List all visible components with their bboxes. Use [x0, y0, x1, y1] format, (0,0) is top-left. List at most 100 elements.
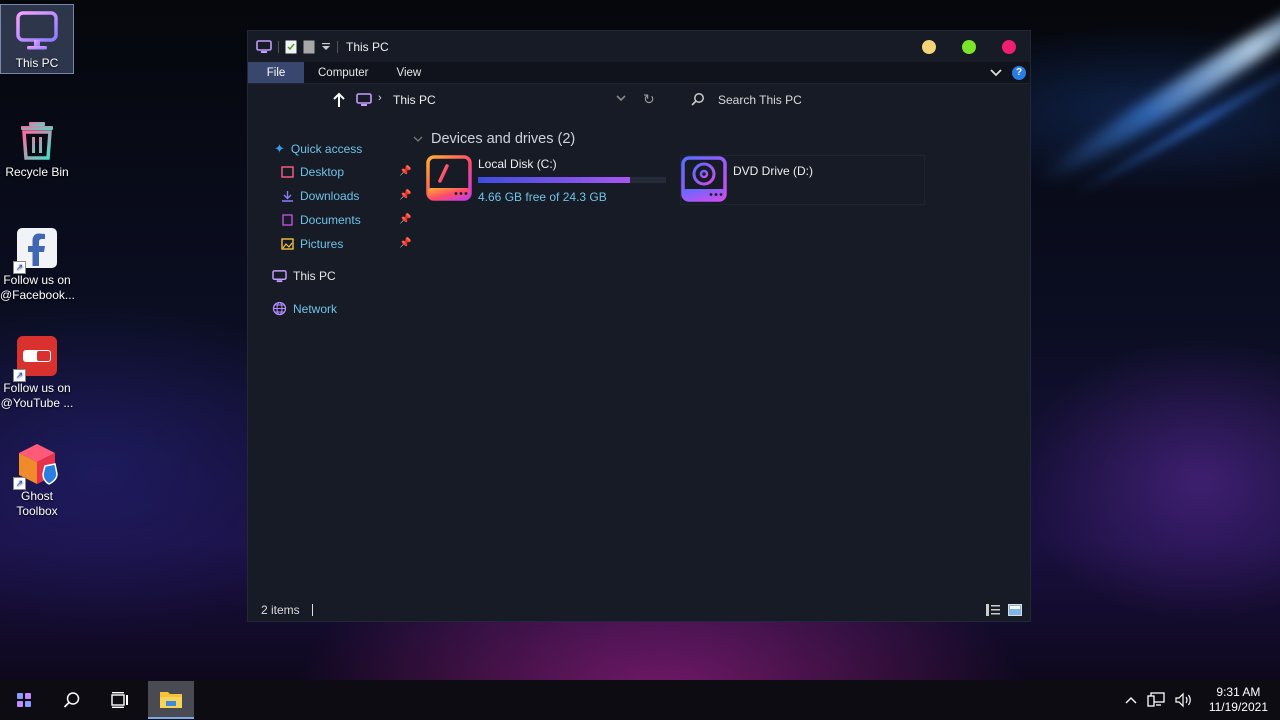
recycle-bin-icon [15, 118, 59, 162]
monitor-icon [272, 269, 287, 282]
item-count: 2 items [261, 603, 300, 617]
nav-label: Documents [300, 213, 361, 227]
task-view-icon [111, 692, 128, 708]
title-bar: This PC [248, 31, 1030, 62]
task-view-button[interactable] [96, 680, 144, 720]
large-icons-view-icon[interactable] [1008, 604, 1022, 616]
toolbar-separator [337, 40, 338, 53]
tab-view[interactable]: View [383, 62, 436, 83]
nav-label: Downloads [300, 189, 360, 203]
network-icon[interactable] [1147, 692, 1165, 708]
show-hidden-icons-chevron-icon[interactable] [1125, 696, 1137, 704]
desktop-icon-facebook[interactable]: ↗ Follow us on @Facebook... [0, 222, 75, 303]
desktop-icon-ghost-toolbox[interactable]: ↗ Ghost Toolbox [0, 438, 74, 519]
nav-label: This PC [293, 269, 336, 283]
ribbon-tabs: File Computer View ? [248, 62, 1030, 84]
hard-disk-icon [426, 155, 472, 201]
nav-label: Desktop [300, 165, 345, 179]
close-button[interactable] [1002, 39, 1016, 54]
window-controls [922, 39, 1030, 54]
start-icon [17, 693, 31, 707]
download-icon [282, 191, 293, 202]
drive-local-disk-c[interactable]: Local Disk (C:) 4.66 GB free of 24.3 GB [426, 155, 676, 205]
help-button[interactable]: ? [1012, 65, 1026, 80]
view-toggles [986, 604, 1030, 616]
search-button[interactable] [48, 680, 96, 720]
shortcut-arrow-icon: ↗ [13, 369, 26, 382]
nav-item-quick-access[interactable]: ✦ Quick access [274, 141, 362, 157]
document-icon [282, 214, 293, 226]
picture-icon [281, 238, 294, 250]
monitor-icon [256, 39, 272, 53]
file-explorer-taskbar-button[interactable] [148, 681, 194, 719]
monitor-icon [356, 93, 372, 106]
breadcrumb[interactable]: This PC [393, 93, 436, 107]
desktop-icon-this-pc[interactable]: This PC [0, 4, 74, 74]
desktop-icon-label: This PC [15, 56, 59, 70]
dvd-drive-icon [681, 156, 727, 202]
nav-label: Quick access [290, 142, 363, 156]
status-separator [311, 604, 313, 616]
toolbar-separator [278, 40, 279, 53]
breadcrumb-chevron-icon[interactable]: › [378, 92, 382, 104]
ribbon-right-controls: ? [990, 62, 1030, 83]
globe-icon [272, 301, 287, 316]
tab-file[interactable]: File [248, 62, 304, 83]
desktop-icon-label: Recycle Bin [5, 165, 69, 179]
star-icon: ✦ [274, 141, 285, 156]
new-folder-icon[interactable] [303, 40, 315, 54]
facebook-icon: ↗ [13, 226, 59, 274]
disk-usage-bar [478, 177, 666, 183]
collapse-chevron-icon[interactable] [413, 135, 423, 143]
window-title: This PC [346, 39, 389, 54]
system-tray: 9:31 AM 11/19/2021 [1125, 685, 1280, 715]
search-icon [691, 93, 704, 106]
disk-usage-fill [478, 177, 630, 183]
search-input[interactable] [718, 93, 998, 107]
volume-icon[interactable] [1175, 692, 1193, 708]
desktop-icon-label: Follow us on @YouTube ... [0, 381, 74, 410]
address-history-chevron-icon[interactable] [615, 93, 627, 103]
monitor-icon [15, 9, 59, 53]
navigation-pane: ✦ Quick access Desktop 📌 Downloads 📌 Doc… [248, 116, 411, 596]
minimize-button[interactable] [922, 39, 936, 54]
details-view-icon[interactable] [986, 604, 1000, 616]
group-header-devices[interactable]: Devices and drives (2) [413, 131, 575, 147]
wallpaper-streak-secondary [1067, 43, 1280, 203]
tab-computer[interactable]: Computer [304, 62, 383, 83]
youtube-icon: ↗ [13, 334, 59, 382]
ghost-toolbox-icon: ↗ [13, 442, 59, 490]
drive-free-space: 4.66 GB free of 24.3 GB [478, 190, 607, 204]
search-icon [63, 692, 80, 708]
drive-name: DVD Drive (D:) [733, 164, 813, 178]
taskbar: 9:31 AM 11/19/2021 [0, 680, 1280, 720]
content-pane: Devices and drives (2) Local Disk (C:) 4… [408, 116, 1028, 596]
drive-info: Local Disk (C:) 4.66 GB free of 24.3 GB [478, 155, 666, 205]
clock-date: 11/19/2021 [1208, 700, 1268, 714]
expand-ribbon-chevron-icon[interactable] [990, 68, 1002, 77]
customize-toolbar-chevron-icon[interactable] [321, 42, 331, 52]
desktop-folder-icon [281, 166, 294, 178]
desktop-icon-recycle-bin[interactable]: Recycle Bin [0, 114, 74, 180]
desktop-icon-youtube[interactable]: ↗ Follow us on @YouTube ... [0, 330, 74, 411]
nav-item-this-pc[interactable]: This PC [272, 269, 336, 283]
start-button[interactable] [0, 680, 48, 720]
nav-label: Network [293, 301, 338, 316]
maximize-button[interactable] [962, 39, 976, 54]
properties-icon[interactable] [285, 40, 297, 54]
refresh-icon[interactable]: ↻ [643, 91, 655, 108]
status-bar: 2 items [248, 599, 1030, 621]
clock[interactable]: 9:31 AM 11/19/2021 [1209, 685, 1268, 715]
drive-dvd-d[interactable]: DVD Drive (D:) [680, 155, 925, 205]
nav-label: Pictures [300, 237, 344, 251]
desktop-icon-label: Ghost Toolbox [16, 489, 58, 518]
quick-access-toolbar [256, 39, 338, 54]
nav-item-network[interactable]: Network [272, 301, 337, 316]
file-explorer-window: This PC File Computer View ? › This PC ↻… [247, 30, 1031, 622]
shortcut-arrow-icon: ↗ [13, 477, 26, 490]
up-arrow-icon[interactable] [332, 92, 346, 108]
drive-info: DVD Drive (D:) [733, 156, 813, 204]
drive-name: Local Disk (C:) [478, 157, 557, 171]
folder-icon [160, 692, 182, 708]
shortcut-arrow-icon: ↗ [13, 261, 26, 274]
